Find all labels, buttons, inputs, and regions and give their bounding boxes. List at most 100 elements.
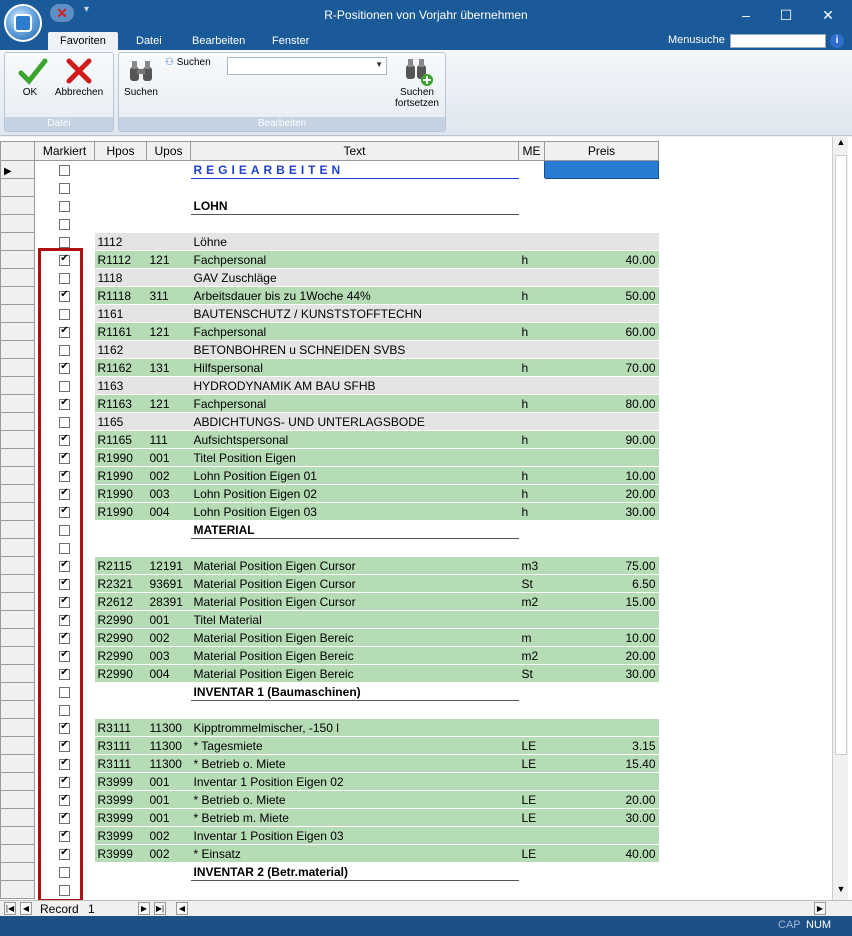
me-cell[interactable]: m bbox=[518, 628, 545, 647]
hpos-cell[interactable] bbox=[95, 215, 147, 233]
text-cell[interactable]: Fachpersonal bbox=[190, 322, 519, 341]
text-cell[interactable]: Hilfspersonal bbox=[190, 358, 519, 377]
table-row[interactable]: 1118 GAV Zuschläge bbox=[0, 268, 833, 287]
hpos-cell[interactable]: R2115 bbox=[94, 556, 147, 575]
maximize-button[interactable]: ☐ bbox=[766, 0, 806, 32]
row-selector[interactable] bbox=[0, 304, 35, 323]
markiert-checkbox[interactable] bbox=[59, 884, 71, 896]
markiert-checkbox[interactable] bbox=[59, 272, 71, 284]
tab-datei[interactable]: Datei bbox=[124, 32, 174, 50]
upos-cell[interactable]: 004 bbox=[146, 502, 191, 521]
application-menu-button[interactable] bbox=[4, 4, 42, 42]
hpos-cell[interactable]: R1162 bbox=[94, 358, 147, 377]
hpos-cell[interactable]: R2990 bbox=[94, 664, 147, 683]
text-cell[interactable]: * Betrieb m. Miete bbox=[190, 808, 519, 827]
header-preis[interactable]: Preis bbox=[544, 141, 659, 161]
markiert-checkbox[interactable] bbox=[59, 704, 71, 716]
markiert-checkbox[interactable] bbox=[59, 397, 71, 410]
preis-cell[interactable] bbox=[544, 160, 659, 179]
table-row[interactable]: R3999001* Betrieb o. MieteLE20.00 bbox=[0, 790, 833, 809]
markiert-checkbox[interactable] bbox=[59, 200, 71, 212]
tab-bearbeiten[interactable]: Bearbeiten bbox=[180, 32, 257, 50]
markiert-checkbox[interactable] bbox=[59, 524, 71, 536]
preis-cell[interactable]: 20.00 bbox=[544, 790, 659, 809]
hpos-cell[interactable]: R1990 bbox=[94, 466, 147, 485]
markiert-checkbox[interactable] bbox=[59, 308, 71, 320]
me-cell[interactable] bbox=[518, 772, 545, 791]
row-selector[interactable] bbox=[0, 592, 35, 611]
table-row[interactable]: 1163 HYDRODYNAMIK AM BAU SFHB bbox=[0, 376, 833, 395]
markiert-cell[interactable] bbox=[35, 503, 95, 521]
row-selector[interactable] bbox=[0, 538, 35, 557]
markiert-cell[interactable] bbox=[35, 773, 95, 791]
hpos-cell[interactable]: R3111 bbox=[94, 736, 147, 755]
markiert-cell[interactable] bbox=[35, 665, 95, 683]
preis-cell[interactable] bbox=[544, 772, 659, 791]
upos-cell[interactable] bbox=[146, 304, 191, 323]
hpos-cell[interactable]: R1165 bbox=[94, 430, 147, 449]
text-cell[interactable]: * Betrieb o. Miete bbox=[190, 754, 519, 773]
me-cell[interactable] bbox=[519, 521, 545, 539]
table-row[interactable]: R311111300* Betrieb o. MieteLE15.40 bbox=[0, 754, 833, 773]
table-row[interactable]: 1165 ABDICHTUNGS- UND UNTERLAGSBODE bbox=[0, 412, 833, 431]
me-cell[interactable]: LE bbox=[518, 808, 545, 827]
text-cell[interactable]: INVENTAR 2 (Betr.material) bbox=[190, 862, 519, 881]
table-row[interactable]: R311111300* TagesmieteLE3.15 bbox=[0, 736, 833, 755]
me-cell[interactable] bbox=[518, 340, 545, 359]
text-cell[interactable]: Fachpersonal bbox=[190, 394, 519, 413]
preis-cell[interactable] bbox=[544, 826, 659, 845]
hpos-cell[interactable] bbox=[95, 701, 147, 719]
text-cell[interactable]: ABDICHTUNGS- UND UNTERLAGSBODE bbox=[190, 412, 519, 431]
hpos-cell[interactable] bbox=[95, 539, 147, 557]
row-selector[interactable] bbox=[0, 232, 35, 251]
text-cell[interactable]: Titel Position Eigen bbox=[190, 448, 519, 467]
upos-cell[interactable]: 001 bbox=[146, 790, 191, 809]
markiert-cell[interactable] bbox=[35, 539, 95, 557]
upos-cell[interactable]: 004 bbox=[146, 664, 191, 683]
hpos-cell[interactable]: R3999 bbox=[94, 844, 147, 863]
text-cell[interactable] bbox=[191, 539, 519, 557]
upos-cell[interactable] bbox=[146, 376, 191, 395]
row-selector[interactable] bbox=[0, 682, 35, 701]
markiert-checkbox[interactable] bbox=[59, 218, 71, 230]
markiert-checkbox[interactable] bbox=[59, 829, 71, 842]
last-record-icon[interactable]: ▶| bbox=[154, 902, 166, 915]
preis-cell[interactable] bbox=[544, 718, 659, 737]
text-cell[interactable]: Lohn Position Eigen 03 bbox=[190, 502, 519, 521]
row-selector[interactable] bbox=[0, 520, 35, 539]
preis-cell[interactable] bbox=[544, 448, 659, 467]
preis-cell[interactable]: 90.00 bbox=[544, 430, 659, 449]
text-cell[interactable]: * Betrieb o. Miete bbox=[190, 790, 519, 809]
markiert-checkbox[interactable] bbox=[59, 649, 71, 662]
preis-cell[interactable]: 30.00 bbox=[544, 808, 659, 827]
markiert-cell[interactable] bbox=[35, 845, 95, 863]
row-selector[interactable] bbox=[0, 700, 35, 719]
row-selector[interactable] bbox=[0, 286, 35, 305]
markiert-checkbox[interactable] bbox=[59, 811, 71, 824]
hpos-cell[interactable]: 1112 bbox=[94, 232, 147, 251]
markiert-checkbox[interactable] bbox=[59, 775, 71, 788]
upos-cell[interactable]: 001 bbox=[146, 610, 191, 629]
markiert-checkbox[interactable] bbox=[59, 757, 71, 770]
markiert-checkbox[interactable] bbox=[59, 686, 71, 698]
hpos-cell[interactable]: R3999 bbox=[94, 808, 147, 827]
markiert-cell[interactable] bbox=[35, 323, 95, 341]
markiert-cell[interactable] bbox=[35, 521, 95, 539]
row-selector[interactable] bbox=[0, 394, 35, 413]
row-selector[interactable] bbox=[0, 430, 35, 449]
row-selector[interactable] bbox=[0, 574, 35, 593]
tab-fenster[interactable]: Fenster bbox=[260, 32, 321, 50]
table-row[interactable]: R261228391Material Position Eigen Cursor… bbox=[0, 592, 833, 611]
upos-cell[interactable]: 001 bbox=[146, 772, 191, 791]
markiert-checkbox[interactable] bbox=[59, 451, 71, 464]
hpos-cell[interactable]: 1118 bbox=[94, 268, 147, 287]
me-cell[interactable]: h bbox=[518, 322, 545, 341]
markiert-cell[interactable] bbox=[35, 755, 95, 773]
row-selector[interactable] bbox=[0, 196, 35, 215]
preis-cell[interactable] bbox=[544, 304, 659, 323]
scroll-thumb[interactable] bbox=[835, 155, 847, 755]
preis-cell[interactable] bbox=[545, 521, 659, 539]
hpos-cell[interactable]: R3111 bbox=[94, 718, 147, 737]
markiert-checkbox[interactable] bbox=[59, 361, 71, 374]
preis-cell[interactable] bbox=[545, 539, 659, 557]
